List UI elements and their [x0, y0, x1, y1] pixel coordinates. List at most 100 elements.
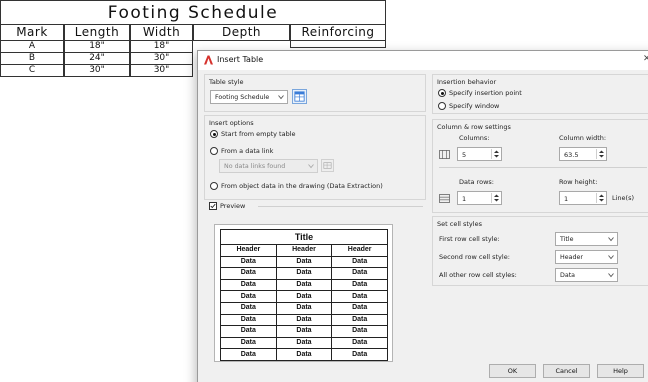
preview-data-cell: Data	[331, 255, 388, 269]
preview-data-cell: Data	[331, 267, 388, 280]
preview-header-cell: Header	[331, 244, 388, 257]
insertion-point-label[interactable]: Specify insertion point	[449, 89, 522, 97]
data-link-radio[interactable]	[210, 147, 218, 155]
data-rows-spin-buttons[interactable]	[491, 193, 500, 203]
preview-data-cell: Data	[275, 290, 333, 303]
column-width-spin-buttons[interactable]	[596, 149, 605, 159]
preview-data-row: Data Data Data	[220, 278, 388, 292]
table-style-value: Footing Schedule	[215, 94, 270, 101]
preview-data-cell: Data	[220, 301, 277, 315]
data-rows-spinner[interactable]: 1	[457, 191, 502, 205]
row-height-spin-buttons[interactable]	[596, 193, 605, 203]
data-link-dropdown[interactable]: No data links found	[219, 159, 318, 173]
preview-data-cell: Data	[275, 255, 333, 269]
schedule-row: A 18" 18"	[0, 41, 193, 53]
other-rows-style-value: Data	[560, 272, 576, 279]
insert-options-group: Insert options Start from empty table Fr…	[204, 115, 426, 200]
cell-styles-label: Set cell styles	[437, 220, 482, 228]
preview-data-cell: Data	[220, 255, 277, 269]
columns-spin-buttons[interactable]	[491, 149, 500, 159]
data-link-manager-button[interactable]	[321, 159, 334, 172]
preview-data-row: Data Data Data	[220, 301, 388, 315]
insertion-behavior-label: Insertion behavior	[437, 78, 497, 86]
preview-data-row: Data Data Data	[220, 267, 388, 280]
cell-styles-group: Set cell styles First row cell style: Ti…	[432, 216, 648, 286]
preview-data-cell: Data	[275, 313, 333, 327]
ok-button[interactable]: OK	[489, 364, 536, 378]
insert-options-label: Insert options	[209, 119, 254, 127]
first-row-style-dropdown[interactable]: Title	[555, 232, 618, 246]
schedule-title: Footing Schedule	[0, 0, 386, 25]
cancel-button[interactable]: Cancel	[543, 364, 590, 378]
data-link-value: No data links found	[224, 163, 286, 170]
dialog-titlebar[interactable]: Insert Table ✕	[198, 51, 648, 70]
data-rows-label: Data rows:	[459, 178, 494, 186]
specify-window-label[interactable]: Specify window	[449, 102, 499, 110]
schedule-cell	[290, 41, 386, 48]
schedule-header-cell: Length	[64, 25, 130, 41]
insertion-point-radio[interactable]	[438, 89, 446, 97]
close-icon[interactable]: ✕	[643, 54, 648, 64]
object-data-label[interactable]: From object data in the drawing (Data Ex…	[221, 182, 383, 190]
start-empty-label[interactable]: Start from empty table	[221, 130, 296, 138]
preview-data-cell: Data	[220, 278, 277, 292]
column-width-value: 63.5	[564, 151, 579, 159]
preview-data-cell: Data	[331, 313, 388, 327]
checkmark-icon	[210, 203, 216, 209]
schedule-row: C 30" 30"	[0, 65, 193, 77]
preview-data-cell: Data	[220, 325, 277, 338]
schedule-cell: B	[0, 53, 64, 65]
preview-data-cell: Data	[331, 325, 388, 338]
schedule-cell: 30"	[130, 53, 193, 65]
spin-arrows-icon	[494, 194, 499, 202]
schedule-cell: C	[0, 65, 64, 77]
preview-data-cell: Data	[275, 278, 333, 292]
columns-icon	[439, 150, 450, 159]
first-row-style-label: First row cell style:	[439, 235, 500, 243]
schedule-cell: 18"	[64, 41, 130, 53]
other-rows-style-dropdown[interactable]: Data	[555, 268, 618, 282]
preview-data-row: Data Data Data	[220, 290, 388, 303]
second-row-style-label: Second row cell style:	[439, 253, 510, 261]
specify-window-radio[interactable]	[438, 102, 446, 110]
preview-data-row: Data Data Data	[220, 255, 388, 269]
data-rows-value: 1	[462, 195, 467, 203]
data-link-label[interactable]: From a data link	[221, 147, 273, 155]
chevron-down-icon	[278, 95, 284, 100]
columns-spinner[interactable]: 5	[457, 147, 502, 161]
row-height-value: 1	[564, 195, 569, 203]
preview-data-cell: Data	[220, 336, 277, 350]
insert-table-dialog: Insert Table ✕ Table style Footing Sched…	[197, 50, 648, 382]
preview-checkbox[interactable]	[209, 202, 217, 210]
column-width-label: Column width:	[559, 134, 607, 142]
chevron-down-icon	[608, 273, 614, 278]
schedule-row: B 24" 30"	[0, 53, 193, 65]
preview-data-cell: Data	[275, 336, 333, 350]
dialog-title: Insert Table	[217, 55, 264, 64]
schedule-cell: 18"	[130, 41, 193, 53]
spin-arrows-icon	[494, 150, 499, 158]
schedule-header-cell: Reinforcing	[290, 25, 386, 41]
help-button[interactable]: Help	[597, 364, 644, 378]
table-style-dropdown[interactable]: Footing Schedule	[210, 90, 288, 104]
column-width-spinner[interactable]: 63.5	[559, 147, 607, 161]
preview-data-cell: Data	[220, 267, 277, 280]
launch-table-style-button[interactable]	[292, 89, 307, 104]
column-row-settings-label: Column & row settings	[437, 123, 511, 131]
row-height-spinner[interactable]: 1	[559, 191, 607, 205]
preview-data-cell: Data	[275, 348, 333, 361]
preview-divider	[258, 206, 423, 207]
first-row-style-value: Title	[560, 236, 574, 243]
preview-title-row: Title	[220, 229, 388, 245]
preview-data-row: Data Data Data	[220, 348, 388, 361]
preview-data-cell: Data	[331, 301, 388, 315]
object-data-radio[interactable]	[210, 182, 218, 190]
preview-label[interactable]: Preview	[220, 202, 245, 210]
second-row-style-dropdown[interactable]: Header	[555, 250, 618, 264]
chevron-down-icon	[308, 164, 314, 169]
start-empty-radio[interactable]	[210, 130, 218, 138]
schedule-header-cell: Mark	[0, 25, 64, 41]
schedule-header-cell: Width	[130, 25, 193, 41]
spin-arrows-icon	[599, 150, 604, 158]
preview-data-cell: Data	[275, 301, 333, 315]
